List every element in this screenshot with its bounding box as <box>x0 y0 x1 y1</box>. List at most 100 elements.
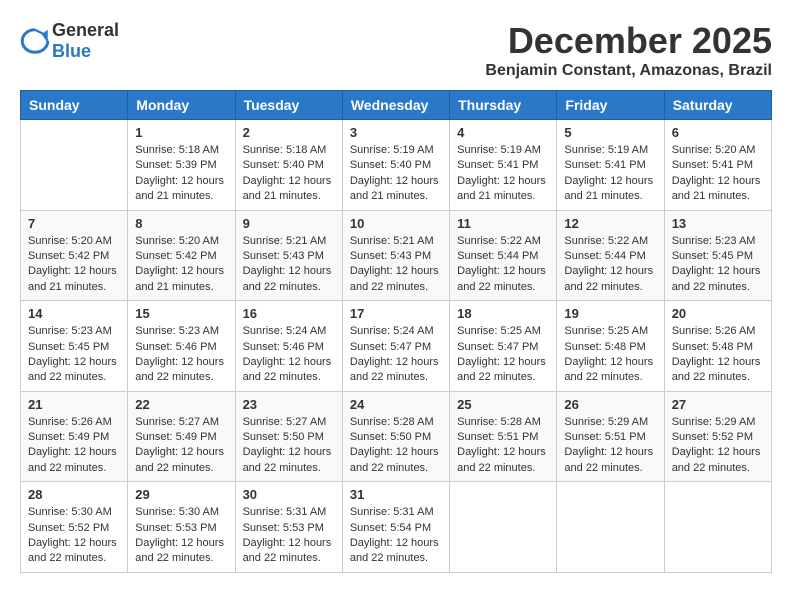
calendar-header-sunday: Sunday <box>21 91 128 120</box>
day-info: Sunrise: 5:29 AM Sunset: 5:51 PM Dayligh… <box>564 415 656 477</box>
calendar-cell: 6 Sunrise: 5:20 AM Sunset: 5:41 PM Daylig… <box>664 120 771 211</box>
day-info: Sunrise: 5:20 AM Sunset: 5:42 PM Dayligh… <box>28 234 120 296</box>
day-number: 25 <box>457 397 549 412</box>
day-info: Sunrise: 5:23 AM Sunset: 5:46 PM Dayligh… <box>135 324 227 386</box>
day-info: Sunrise: 5:19 AM Sunset: 5:40 PM Dayligh… <box>350 143 442 205</box>
day-info: Sunrise: 5:18 AM Sunset: 5:40 PM Dayligh… <box>243 143 335 205</box>
day-info: Sunrise: 5:27 AM Sunset: 5:50 PM Dayligh… <box>243 415 335 477</box>
day-info: Sunrise: 5:30 AM Sunset: 5:53 PM Dayligh… <box>135 505 227 567</box>
location-title: Benjamin Constant, Amazonas, Brazil <box>485 62 772 80</box>
day-number: 13 <box>672 216 764 231</box>
day-info: Sunrise: 5:28 AM Sunset: 5:50 PM Dayligh… <box>350 415 442 477</box>
calendar-cell: 9 Sunrise: 5:21 AM Sunset: 5:43 PM Daylig… <box>235 210 342 301</box>
calendar-cell: 24 Sunrise: 5:28 AM Sunset: 5:50 PM Dayli… <box>342 391 449 482</box>
day-info: Sunrise: 5:29 AM Sunset: 5:52 PM Dayligh… <box>672 415 764 477</box>
calendar-header-monday: Monday <box>128 91 235 120</box>
calendar-table: SundayMondayTuesdayWednesdayThursdayFrid… <box>20 90 772 573</box>
calendar-week-4: 21Sunrise: 5:26 AM Sunset: 5:49 PM Dayli… <box>21 391 772 482</box>
day-info: Sunrise: 5:31 AM Sunset: 5:53 PM Dayligh… <box>243 505 335 567</box>
month-title: December 2025 <box>485 20 772 62</box>
title-section: December 2025 Benjamin Constant, Amazona… <box>485 20 772 80</box>
day-number: 30 <box>243 487 335 502</box>
day-info: Sunrise: 5:19 AM Sunset: 5:41 PM Dayligh… <box>457 143 549 205</box>
calendar-cell: 8Sunrise: 5:20 AM Sunset: 5:42 PM Daylig… <box>128 210 235 301</box>
calendar-cell: 2Sunrise: 5:18 AM Sunset: 5:40 PM Daylig… <box>235 120 342 211</box>
logo-text-general: General <box>52 20 119 40</box>
calendar-week-1: 1 Sunrise: 5:18 AM Sunset: 5:39 PM Daylig… <box>21 120 772 211</box>
logo-text-blue: Blue <box>52 41 91 61</box>
day-info: Sunrise: 5:25 AM Sunset: 5:48 PM Dayligh… <box>564 324 656 386</box>
calendar-cell: 10 Sunrise: 5:21 AM Sunset: 5:43 PM Dayli… <box>342 210 449 301</box>
calendar-cell: 22 Sunrise: 5:27 AM Sunset: 5:49 PM Dayli… <box>128 391 235 482</box>
day-info: Sunrise: 5:21 AM Sunset: 5:43 PM Dayligh… <box>350 234 442 296</box>
day-info: Sunrise: 5:19 AM Sunset: 5:41 PM Dayligh… <box>564 143 656 205</box>
calendar-cell <box>557 482 664 573</box>
day-info: Sunrise: 5:21 AM Sunset: 5:43 PM Dayligh… <box>243 234 335 296</box>
day-number: 22 <box>135 397 227 412</box>
logo: General Blue <box>20 20 119 62</box>
day-number: 5 <box>564 125 656 140</box>
day-number: 11 <box>457 216 549 231</box>
day-info: Sunrise: 5:24 AM Sunset: 5:46 PM Dayligh… <box>243 324 335 386</box>
calendar-cell: 1 Sunrise: 5:18 AM Sunset: 5:39 PM Daylig… <box>128 120 235 211</box>
day-info: Sunrise: 5:24 AM Sunset: 5:47 PM Dayligh… <box>350 324 442 386</box>
day-info: Sunrise: 5:26 AM Sunset: 5:49 PM Dayligh… <box>28 415 120 477</box>
day-info: Sunrise: 5:27 AM Sunset: 5:49 PM Dayligh… <box>135 415 227 477</box>
day-number: 19 <box>564 306 656 321</box>
calendar-cell: 13 Sunrise: 5:23 AM Sunset: 5:45 PM Dayli… <box>664 210 771 301</box>
day-info: Sunrise: 5:23 AM Sunset: 5:45 PM Dayligh… <box>28 324 120 386</box>
day-number: 10 <box>350 216 442 231</box>
calendar-cell: 21Sunrise: 5:26 AM Sunset: 5:49 PM Dayli… <box>21 391 128 482</box>
calendar-week-3: 14 Sunrise: 5:23 AM Sunset: 5:45 PM Dayli… <box>21 301 772 392</box>
calendar-cell <box>450 482 557 573</box>
calendar-header-row: SundayMondayTuesdayWednesdayThursdayFrid… <box>21 91 772 120</box>
day-number: 7 <box>28 216 120 231</box>
day-number: 24 <box>350 397 442 412</box>
day-number: 16 <box>243 306 335 321</box>
calendar-cell: 29 Sunrise: 5:30 AM Sunset: 5:53 PM Dayli… <box>128 482 235 573</box>
day-info: Sunrise: 5:28 AM Sunset: 5:51 PM Dayligh… <box>457 415 549 477</box>
calendar-body: 1 Sunrise: 5:18 AM Sunset: 5:39 PM Daylig… <box>21 120 772 573</box>
calendar-cell: 15Sunrise: 5:23 AM Sunset: 5:46 PM Dayli… <box>128 301 235 392</box>
calendar-cell: 19 Sunrise: 5:25 AM Sunset: 5:48 PM Dayli… <box>557 301 664 392</box>
calendar-week-2: 7 Sunrise: 5:20 AM Sunset: 5:42 PM Daylig… <box>21 210 772 301</box>
calendar-cell: 11 Sunrise: 5:22 AM Sunset: 5:44 PM Dayli… <box>450 210 557 301</box>
day-number: 14 <box>28 306 120 321</box>
calendar-header-wednesday: Wednesday <box>342 91 449 120</box>
day-number: 1 <box>135 125 227 140</box>
calendar-cell: 20 Sunrise: 5:26 AM Sunset: 5:48 PM Dayli… <box>664 301 771 392</box>
calendar-cell: 17 Sunrise: 5:24 AM Sunset: 5:47 PM Dayli… <box>342 301 449 392</box>
day-number: 6 <box>672 125 764 140</box>
day-info: Sunrise: 5:20 AM Sunset: 5:41 PM Dayligh… <box>672 143 764 205</box>
logo-icon <box>20 26 50 56</box>
day-number: 9 <box>243 216 335 231</box>
calendar-cell: 28Sunrise: 5:30 AM Sunset: 5:52 PM Dayli… <box>21 482 128 573</box>
day-info: Sunrise: 5:30 AM Sunset: 5:52 PM Dayligh… <box>28 505 120 567</box>
calendar-cell <box>664 482 771 573</box>
day-info: Sunrise: 5:22 AM Sunset: 5:44 PM Dayligh… <box>564 234 656 296</box>
calendar-cell: 16 Sunrise: 5:24 AM Sunset: 5:46 PM Dayli… <box>235 301 342 392</box>
calendar-week-5: 28Sunrise: 5:30 AM Sunset: 5:52 PM Dayli… <box>21 482 772 573</box>
calendar-header-tuesday: Tuesday <box>235 91 342 120</box>
day-info: Sunrise: 5:18 AM Sunset: 5:39 PM Dayligh… <box>135 143 227 205</box>
day-number: 8 <box>135 216 227 231</box>
calendar-cell: 30 Sunrise: 5:31 AM Sunset: 5:53 PM Dayli… <box>235 482 342 573</box>
calendar-cell <box>21 120 128 211</box>
day-info: Sunrise: 5:22 AM Sunset: 5:44 PM Dayligh… <box>457 234 549 296</box>
calendar-cell: 5 Sunrise: 5:19 AM Sunset: 5:41 PM Daylig… <box>557 120 664 211</box>
day-number: 17 <box>350 306 442 321</box>
calendar-header-saturday: Saturday <box>664 91 771 120</box>
day-number: 31 <box>350 487 442 502</box>
day-number: 27 <box>672 397 764 412</box>
calendar-cell: 27 Sunrise: 5:29 AM Sunset: 5:52 PM Dayli… <box>664 391 771 482</box>
day-info: Sunrise: 5:26 AM Sunset: 5:48 PM Dayligh… <box>672 324 764 386</box>
day-number: 29 <box>135 487 227 502</box>
calendar-cell: 31Sunrise: 5:31 AM Sunset: 5:54 PM Dayli… <box>342 482 449 573</box>
day-number: 26 <box>564 397 656 412</box>
day-info: Sunrise: 5:23 AM Sunset: 5:45 PM Dayligh… <box>672 234 764 296</box>
calendar-cell: 4Sunrise: 5:19 AM Sunset: 5:41 PM Daylig… <box>450 120 557 211</box>
day-number: 23 <box>243 397 335 412</box>
day-number: 12 <box>564 216 656 231</box>
day-number: 20 <box>672 306 764 321</box>
calendar-cell: 25 Sunrise: 5:28 AM Sunset: 5:51 PM Dayli… <box>450 391 557 482</box>
